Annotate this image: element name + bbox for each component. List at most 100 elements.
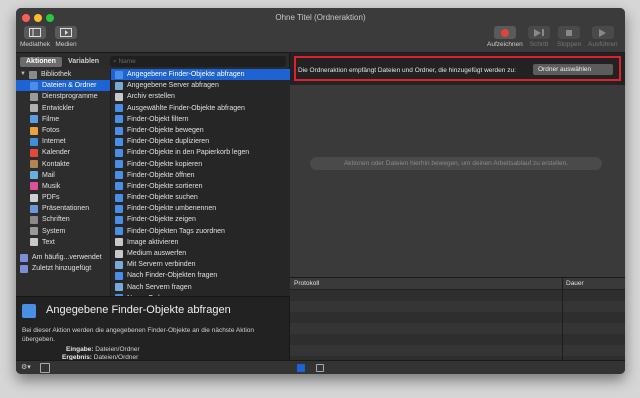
tab-actions[interactable]: Aktionen [20, 57, 62, 67]
library-item[interactable]: Dienstprogramme [16, 91, 110, 102]
record-icon [493, 26, 516, 39]
disclosure-triangle-icon[interactable]: ▼ [20, 69, 26, 80]
library-item-label: Schriften [42, 216, 70, 224]
action-item[interactable]: Ausgewählte Finder-Objekte abfragen [111, 103, 290, 114]
action-item[interactable]: Nach Servern fragen [111, 282, 290, 293]
library-item[interactable]: Kalender [16, 147, 110, 158]
smart-group-item[interactable]: Zuletzt hinzugefügt [16, 263, 110, 274]
workflow-panel: Die Ordneraktion empfängt Dateien und Or… [290, 53, 625, 361]
library-item[interactable]: Musik [16, 181, 110, 192]
action-item[interactable]: Angegebene Server abfragen [111, 80, 290, 91]
action-label: Finder-Objekten Tags zuordnen [127, 227, 225, 235]
library-item[interactable]: Mail [16, 170, 110, 181]
action-item[interactable]: Archiv erstellen [111, 91, 290, 102]
action-item[interactable]: Finder-Objekte kopieren [111, 159, 290, 170]
category-icon [30, 182, 38, 191]
library-item[interactable]: Entwickler [16, 103, 110, 114]
media-button-label: Medien [55, 41, 77, 48]
library-item-label: Dienstprogramme [42, 93, 98, 101]
record-button-label: Aufzeichnen [487, 41, 523, 48]
search-input[interactable]: ⌕ Name [110, 56, 286, 67]
action-item[interactable]: Finder-Objekten Tags zuordnen [111, 226, 290, 237]
workflow-view-icon[interactable] [297, 364, 305, 372]
record-button[interactable]: Aufzeichnen [487, 26, 523, 48]
library-root[interactable]: ▼ Bibliothek [16, 69, 110, 80]
action-item[interactable]: Finder-Objekte sortieren [111, 181, 290, 192]
action-item[interactable]: Angegebene Finder-Objekte abfragen [111, 69, 290, 81]
log-view-icon[interactable] [316, 364, 324, 372]
action-description: Angegebene Finder-Objekte abfragen Bei d… [16, 296, 289, 361]
run-button[interactable]: Ausführen [588, 26, 618, 48]
library-item[interactable]: System [16, 226, 110, 237]
search-placeholder: Name [118, 58, 136, 65]
workflow-drop-hint: Aktionen oder Dateien hierhin bewegen, u… [310, 157, 602, 170]
description-toggle-icon[interactable] [40, 363, 50, 373]
action-item[interactable]: Mit Servern verbinden [111, 259, 290, 270]
action-label: Finder-Objekte bewegen [127, 126, 204, 134]
category-icon [30, 126, 38, 135]
stop-button[interactable]: Stoppen [557, 26, 581, 48]
action-item[interactable]: Finder-Objekte in den Papierkorb legen [111, 147, 290, 158]
gear-menu-icon[interactable]: ⚙▾ [21, 363, 31, 371]
action-label: Image aktivieren [127, 238, 179, 246]
library-item[interactable]: Filme [16, 114, 110, 125]
action-item[interactable]: Medium auswerfen [111, 248, 290, 259]
category-icon [30, 92, 38, 101]
library-item-label: PDFs [42, 194, 60, 202]
library-item[interactable]: Dateien & Ordner [16, 80, 110, 92]
category-icon [30, 193, 38, 202]
action-item[interactable]: Nach Finder-Objekten fragen [111, 270, 290, 281]
library-item[interactable]: Fotos [16, 125, 110, 136]
action-label: Medium auswerfen [127, 250, 187, 257]
action-item[interactable]: Finder-Objekte bewegen [111, 125, 290, 136]
action-item[interactable]: Finder-Objekte zeigen [111, 214, 290, 225]
action-icon [115, 216, 123, 225]
library-button-label: Mediathek [20, 41, 50, 48]
action-item[interactable]: Image aktivieren [111, 237, 290, 248]
library-item[interactable]: Präsentationen [16, 203, 110, 214]
action-label: Finder-Objekte umbenennen [127, 205, 217, 213]
category-icon [30, 137, 38, 146]
smart-group-item[interactable]: Am häufig...verwendet [16, 252, 110, 263]
step-icon [528, 26, 550, 39]
library-list: ▼ Bibliothek Dateien & Ordner Dienstprogr… [16, 69, 110, 296]
action-item[interactable]: Finder-Objekte duplizieren [111, 136, 290, 147]
duration-column-header[interactable]: Dauer [566, 280, 584, 287]
library-item[interactable]: Internet [16, 136, 110, 147]
library-button[interactable]: Mediathek [20, 26, 50, 48]
action-icon [115, 104, 123, 113]
action-icon [115, 204, 123, 213]
media-button[interactable]: Medien [55, 26, 77, 48]
library-item[interactable]: Schriften [16, 214, 110, 225]
library-item[interactable]: Kontakte [16, 159, 110, 170]
action-label: Finder-Objekte kopieren [127, 160, 203, 168]
log-column-header[interactable]: Protokoll [294, 280, 319, 287]
action-icon [115, 126, 123, 135]
action-item[interactable]: Finder-Objekte suchen [111, 192, 290, 203]
action-icon [115, 227, 123, 236]
step-button[interactable]: Schritt [528, 26, 550, 48]
library-item-label: Filme [42, 115, 60, 123]
action-icon [115, 148, 123, 157]
category-icon [30, 115, 38, 124]
stop-button-label: Stoppen [557, 41, 582, 48]
library-item-label: Präsentationen [42, 205, 90, 213]
tab-variables[interactable]: Variablen [62, 57, 105, 67]
action-label: Archiv erstellen [127, 93, 175, 101]
library-item-label: Text [42, 238, 55, 246]
category-icon [30, 216, 38, 225]
action-item[interactable]: Finder-Objekte öffnen [111, 170, 290, 181]
library-item[interactable]: Text [16, 237, 110, 248]
input-type: Eingabe: Dateien/Ordner [66, 346, 140, 353]
action-label: Mit Servern verbinden [127, 261, 196, 269]
action-item[interactable]: Finder-Objekte umbenennen [111, 203, 290, 214]
action-icon [115, 249, 123, 258]
folder-select-popup[interactable]: Ordner auswählen [533, 64, 613, 75]
category-icon [30, 238, 38, 247]
log-table: Protokoll Dauer [290, 277, 625, 361]
action-item[interactable]: Finder-Objekt filtern [111, 114, 290, 125]
library-item[interactable]: PDFs [16, 192, 110, 203]
smart-group-label: Am häufig...verwendet [32, 254, 102, 261]
action-icon [115, 283, 123, 292]
library-item-label: Internet [42, 138, 66, 146]
